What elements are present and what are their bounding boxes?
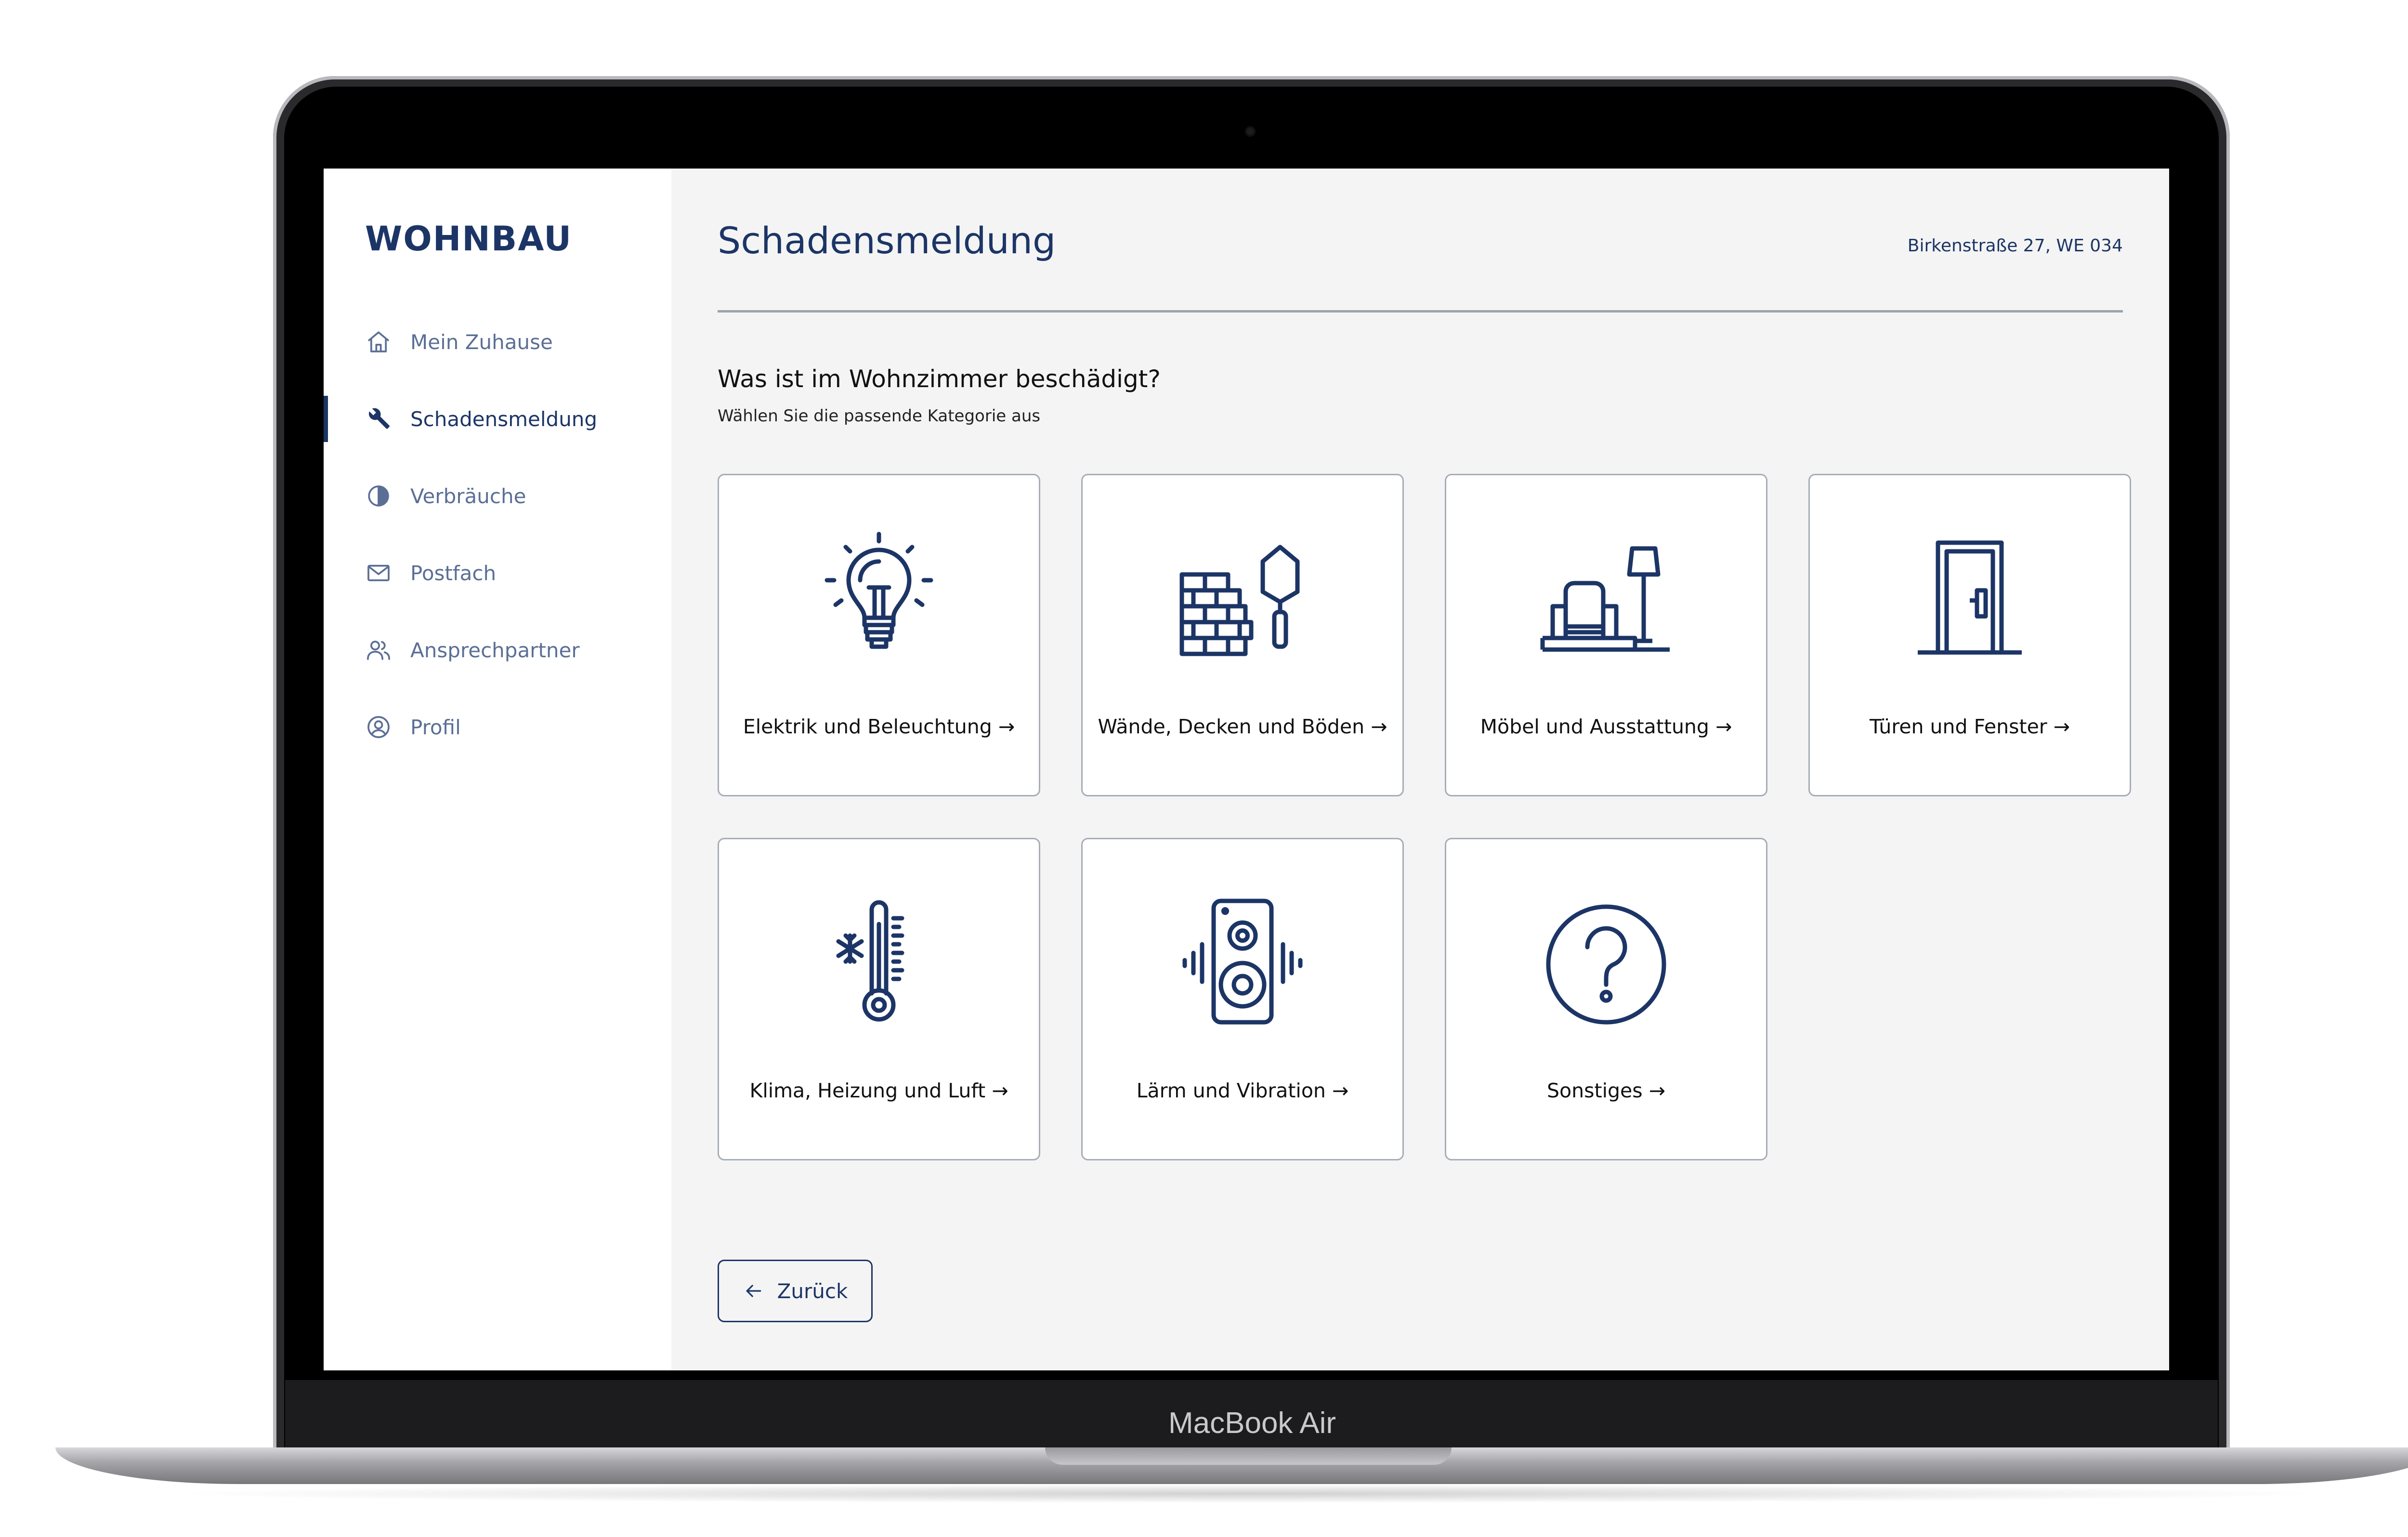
sidebar-item-ansprechpartner[interactable]: Ansprechpartner: [324, 612, 671, 689]
category-label: Wände, Decken und Böden →: [1098, 715, 1387, 738]
speaker-icon: [1170, 892, 1315, 1037]
category-label: Klima, Heizung und Luft →: [749, 1079, 1008, 1102]
category-card-tueren[interactable]: Türen und Fenster →: [1808, 474, 2131, 796]
category-label: Möbel und Ausstattung →: [1480, 715, 1732, 738]
sidebar-item-label: Mein Zuhause: [410, 330, 553, 354]
door-icon: [1898, 528, 2042, 673]
brick-wall-trowel-icon: [1170, 528, 1315, 673]
thermometer-icon: [807, 892, 951, 1037]
pie-chart-icon: [365, 482, 392, 509]
question-circle-icon: [1534, 892, 1678, 1037]
lightbulb-icon: [807, 528, 951, 673]
camera: [1245, 126, 1256, 137]
mail-icon: [365, 560, 392, 586]
question-hint: Wählen Sie die passende Kategorie aus: [718, 406, 1041, 426]
sidebar-item-schadensmeldung[interactable]: Schadensmeldung: [324, 380, 671, 457]
laptop-shadow: [159, 1484, 2336, 1503]
sidebar-nav: Mein Zuhause Schadensmeldung Verbräuche …: [324, 303, 671, 766]
category-card-klima[interactable]: Klima, Heizung und Luft →: [718, 838, 1040, 1160]
device-label: MacBook Air: [1168, 1407, 1336, 1440]
sidebar-item-label: Ansprechpartner: [410, 638, 580, 662]
category-label: Sonstiges →: [1547, 1079, 1665, 1102]
sidebar-item-label: Postfach: [410, 561, 497, 585]
sidebar: WOHNBAU Mein Zuhause Schadensmeldung Ver…: [324, 169, 671, 1370]
wrench-icon: [365, 405, 392, 432]
sidebar-item-label: Schadensmeldung: [410, 407, 598, 431]
back-button-label: Zurück: [777, 1279, 848, 1303]
category-card-laerm[interactable]: Lärm und Vibration →: [1081, 838, 1404, 1160]
sidebar-item-profil[interactable]: Profil: [324, 689, 671, 766]
brand-logo[interactable]: WOHNBAU: [365, 219, 572, 259]
furniture-icon: [1534, 528, 1678, 673]
home-icon: [365, 328, 392, 355]
category-card-sonstiges[interactable]: Sonstiges →: [1445, 838, 1767, 1160]
sidebar-item-mein-zuhause[interactable]: Mein Zuhause: [324, 303, 671, 380]
sidebar-item-postfach[interactable]: Postfach: [324, 534, 671, 612]
user-circle-icon: [365, 714, 392, 741]
sidebar-item-label: Verbräuche: [410, 484, 526, 508]
question-heading: Was ist im Wohnzimmer beschädigt?: [718, 365, 1161, 393]
category-label: Lärm und Vibration →: [1136, 1079, 1349, 1102]
app-screen: WOHNBAU Mein Zuhause Schadensmeldung Ver…: [324, 169, 2169, 1370]
category-card-elektrik[interactable]: Elektrik und Beleuchtung →: [718, 474, 1040, 796]
main-content: Schadensmeldung Birkenstraße 27, WE 034 …: [671, 169, 2169, 1370]
category-label: Türen und Fenster →: [1869, 715, 2070, 738]
address-label: Birkenstraße 27, WE 034: [1907, 236, 2123, 256]
page-title: Schadensmeldung: [718, 219, 1056, 262]
sidebar-item-label: Profil: [410, 715, 461, 739]
category-label: Elektrik und Beleuchtung →: [743, 715, 1015, 738]
laptop-notch: [1045, 1447, 1452, 1465]
category-card-waende[interactable]: Wände, Decken und Böden →: [1081, 474, 1404, 796]
users-icon: [365, 637, 392, 664]
sidebar-item-verbraeuche[interactable]: Verbräuche: [324, 457, 671, 534]
arrow-left-icon: [746, 1285, 761, 1297]
back-button[interactable]: Zurück: [718, 1260, 873, 1322]
header-divider: [718, 310, 2123, 313]
category-card-moebel[interactable]: Möbel und Ausstattung →: [1445, 474, 1767, 796]
